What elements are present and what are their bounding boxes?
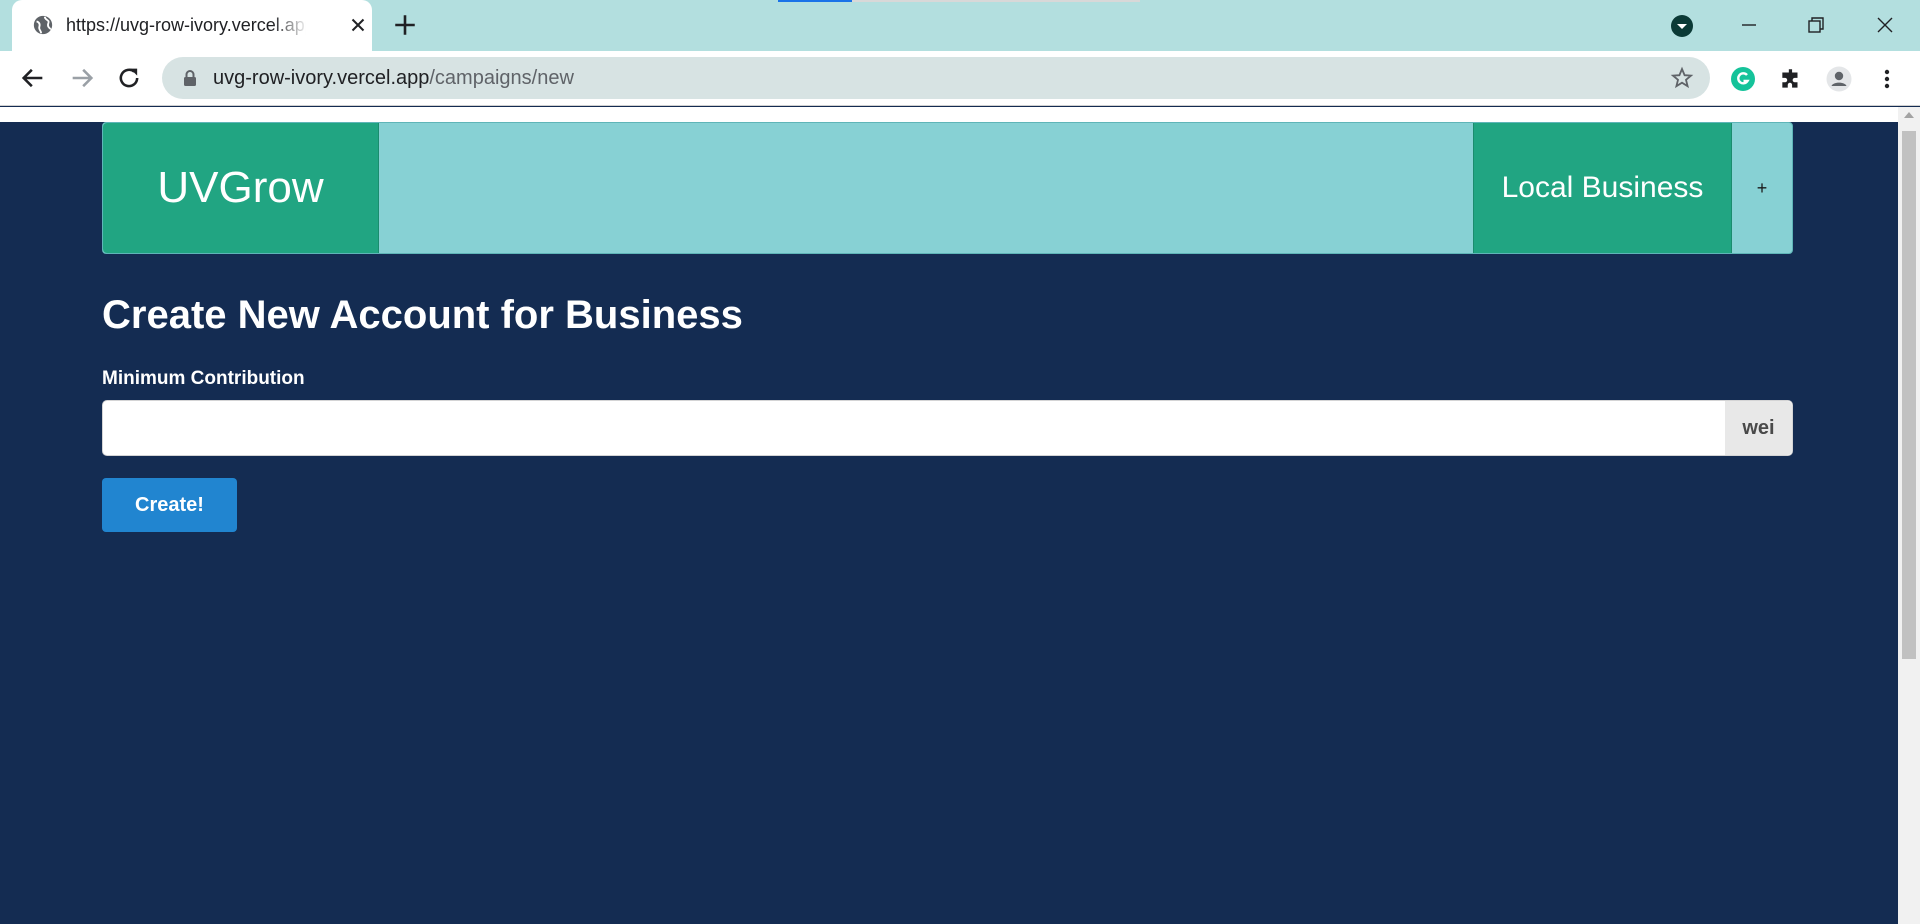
close-tab-icon[interactable]: [347, 14, 369, 36]
loading-indicator: [778, 0, 1140, 2]
scrollbar-thumb[interactable]: [1902, 131, 1916, 659]
forward-icon[interactable]: [68, 64, 96, 92]
brand-logo-link[interactable]: UVGrow: [103, 123, 379, 253]
minimize-icon[interactable]: [1734, 10, 1764, 40]
tab-title-fade: [272, 10, 308, 40]
page-top-strip: [0, 107, 1898, 122]
minimum-contribution-label: Minimum Contribution: [102, 368, 305, 389]
profile-avatar-icon[interactable]: [1826, 66, 1852, 92]
address-bar[interactable]: uvg-row-ivory.vercel.app/campaigns/new: [162, 57, 1710, 99]
page-title: Create New Account for Business: [102, 293, 743, 337]
scroll-up-arrow-icon[interactable]: [1904, 112, 1914, 118]
url-text[interactable]: uvg-row-ivory.vercel.app/campaigns/new: [213, 67, 574, 90]
browser-tab[interactable]: https://uvg-row-ivory.vercel.app/: [12, 0, 372, 51]
grammarly-extension-icon[interactable]: [1730, 66, 1756, 92]
minimum-contribution-input[interactable]: [103, 401, 1725, 455]
minimum-contribution-input-group: wei: [102, 400, 1793, 456]
restore-icon[interactable]: [1801, 10, 1831, 40]
tab-title: https://uvg-row-ivory.vercel.app/: [66, 15, 306, 35]
browser-tab-strip: https://uvg-row-ivory.vercel.app/: [0, 0, 1920, 51]
globe-icon: [33, 15, 53, 35]
new-tab-icon[interactable]: [392, 12, 418, 38]
lock-icon[interactable]: [182, 69, 198, 87]
close-window-icon[interactable]: [1870, 10, 1900, 40]
nav-add-button[interactable]: +: [1732, 123, 1792, 253]
extensions-puzzle-icon[interactable]: [1778, 66, 1804, 92]
bookmark-star-icon[interactable]: [1670, 66, 1694, 90]
unit-label-wei: wei: [1725, 401, 1792, 455]
url-path: /campaigns/new: [429, 67, 574, 89]
app-navbar: UVGrow Local Business +: [102, 122, 1793, 254]
tab-search-icon[interactable]: [1670, 14, 1694, 38]
url-host: uvg-row-ivory.vercel.app: [213, 67, 430, 89]
nav-item-local-business[interactable]: Local Business: [1473, 123, 1732, 253]
back-icon[interactable]: [19, 64, 47, 92]
browser-menu-icon[interactable]: [1874, 66, 1900, 92]
page-scrollbar[interactable]: [1898, 107, 1920, 924]
create-button[interactable]: Create!: [102, 478, 237, 532]
reload-icon[interactable]: [115, 64, 143, 92]
